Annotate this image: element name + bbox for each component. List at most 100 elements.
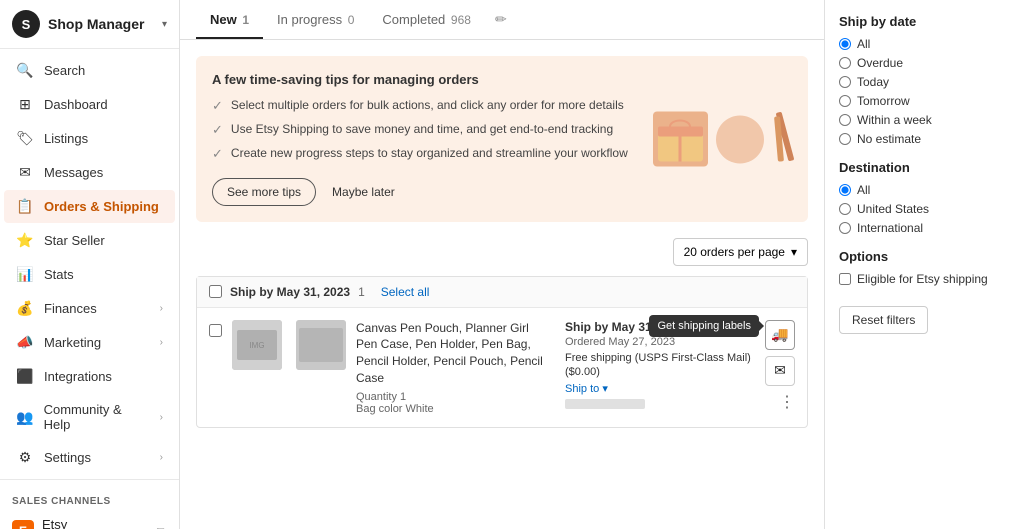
ship-by-option-today[interactable]: Today bbox=[839, 75, 1010, 89]
tab-in-progress[interactable]: In progress 0 bbox=[263, 0, 368, 39]
settings-icon: ⚙ bbox=[16, 449, 34, 466]
more-options-button[interactable]: ⋮ bbox=[779, 392, 795, 412]
orders-section: 20 orders per page ▾ Ship by May 31, 202… bbox=[180, 238, 824, 428]
destination-filter: Destination All United States Internatio… bbox=[839, 160, 1010, 235]
ship-by-option-label: Overdue bbox=[857, 56, 903, 70]
sidebar-item-label: Finances bbox=[44, 301, 97, 316]
ship-by-option-tomorrow[interactable]: Tomorrow bbox=[839, 94, 1010, 108]
sidebar-item-integrations[interactable]: ⬛ Integrations bbox=[4, 360, 175, 393]
ship-by-option-label: Within a week bbox=[857, 113, 932, 127]
shipping-type-text: Free shipping (USPS First-Class Mail) bbox=[565, 352, 751, 364]
per-page-button[interactable]: 20 orders per page ▾ bbox=[673, 238, 808, 266]
sidebar-item-label: Stats bbox=[44, 267, 74, 282]
messages-icon: ✉ bbox=[16, 164, 34, 181]
tips-banner: A few time-saving tips for managing orde… bbox=[196, 56, 808, 222]
tip-text: Select multiple orders for bulk actions,… bbox=[231, 97, 624, 114]
option-checkbox[interactable] bbox=[839, 273, 851, 285]
sidebar-item-dashboard[interactable]: ⊞ Dashboard bbox=[4, 88, 175, 121]
ship-by-radio[interactable] bbox=[839, 114, 851, 126]
ship-by-option-label: Today bbox=[857, 75, 889, 89]
destination-option-all[interactable]: All bbox=[839, 183, 1010, 197]
select-all-link[interactable]: Select all bbox=[381, 285, 430, 299]
tip-text: Create new progress steps to stay organi… bbox=[231, 145, 628, 162]
sidebar-item-label: Listings bbox=[44, 131, 88, 146]
tips-illustration bbox=[653, 111, 792, 166]
destination-option-label: International bbox=[857, 221, 923, 235]
ship-by-date-filter: Ship by date All Overdue Today Tomorrow … bbox=[839, 14, 1010, 146]
ship-group: Ship by May 31, 2023 1 Select all IMG bbox=[196, 276, 808, 428]
sidebar-item-community[interactable]: 👥 Community & Help › bbox=[4, 394, 175, 440]
order-meta-color: Bag color White bbox=[356, 403, 545, 415]
reset-filters-button[interactable]: Reset filters bbox=[839, 306, 928, 334]
sidebar-item-settings[interactable]: ⚙ Settings › bbox=[4, 441, 175, 474]
ordered-date: Ordered May 27, 2023 bbox=[565, 336, 755, 348]
ship-by-radio[interactable] bbox=[839, 76, 851, 88]
order-checkbox[interactable] bbox=[209, 324, 222, 337]
tab-label: Completed bbox=[382, 12, 445, 27]
tabs-bar: New 1In progress 0Completed 968✏ bbox=[180, 0, 824, 40]
destination-radio[interactable] bbox=[839, 222, 851, 234]
sidebar-item-star-seller[interactable]: ⭐ Star Seller bbox=[4, 224, 175, 257]
ship-group-date: Ship by May 31, 2023 bbox=[230, 285, 350, 299]
option-etsy-shipping[interactable]: Eligible for Etsy shipping bbox=[839, 272, 1010, 286]
destination-option-us[interactable]: United States bbox=[839, 202, 1010, 216]
ship-by-radio[interactable] bbox=[839, 57, 851, 69]
sidebar-item-finances[interactable]: 💰 Finances › bbox=[4, 292, 175, 325]
shipping-type: Free shipping (USPS First-Class Mail) bbox=[565, 352, 755, 364]
etsy-edit-icon[interactable]: ✏ bbox=[156, 523, 167, 529]
ship-by-option-within-week[interactable]: Within a week bbox=[839, 113, 1010, 127]
shipping-label-action-container: 🚚 Get shipping labels bbox=[765, 320, 795, 350]
get-shipping-labels-button[interactable]: 🚚 bbox=[765, 320, 795, 350]
sidebar-item-messages[interactable]: ✉ Messages bbox=[4, 156, 175, 189]
ship-by-radio[interactable] bbox=[839, 95, 851, 107]
ship-by-radio[interactable] bbox=[839, 133, 851, 145]
shop-icon: S bbox=[12, 10, 40, 38]
maybe-later-button[interactable]: Maybe later bbox=[332, 185, 395, 199]
etsy-icon: E bbox=[12, 520, 34, 529]
ship-by-option-no-estimate[interactable]: No estimate bbox=[839, 132, 1010, 146]
ship-by-option-all[interactable]: All bbox=[839, 37, 1010, 51]
ship-to-label[interactable]: Ship to ▾ bbox=[565, 382, 755, 395]
tab-edit-icon[interactable]: ✏ bbox=[491, 3, 511, 36]
get-shipping-labels-tooltip: Get shipping labels bbox=[649, 315, 759, 337]
dashboard-icon: ⊞ bbox=[16, 96, 34, 113]
chevron-icon: › bbox=[160, 337, 163, 348]
sidebar-nav: 🔍 Search ⊞ Dashboard 🏷 Listings ✉ Messag… bbox=[0, 49, 179, 479]
main-content: New 1In progress 0Completed 968✏ A few t… bbox=[180, 0, 1024, 529]
illus-circle bbox=[716, 115, 764, 163]
destination-radio[interactable] bbox=[839, 184, 851, 196]
destination-option-intl[interactable]: International bbox=[839, 221, 1010, 235]
sales-channels-title: SALES CHANNELS bbox=[0, 488, 179, 511]
tips-title: A few time-saving tips for managing orde… bbox=[212, 72, 792, 87]
etsy-channel-item[interactable]: E Etsy KraftyPlanner ✏ bbox=[0, 511, 179, 529]
see-more-tips-button[interactable]: See more tips bbox=[212, 178, 316, 206]
header-chevron-icon: ▾ bbox=[162, 19, 167, 30]
options-checkboxes: Eligible for Etsy shipping bbox=[839, 272, 1010, 286]
sidebar-item-search[interactable]: 🔍 Search bbox=[4, 54, 175, 87]
tab-completed[interactable]: Completed 968 bbox=[368, 0, 485, 39]
stats-icon: 📊 bbox=[16, 266, 34, 283]
sidebar-item-stats[interactable]: 📊 Stats bbox=[4, 258, 175, 291]
sidebar-item-label: Star Seller bbox=[44, 233, 105, 248]
sidebar-item-label: Search bbox=[44, 63, 85, 78]
right-panel: Ship by date All Overdue Today Tomorrow … bbox=[824, 0, 1024, 529]
illus-pencils bbox=[772, 111, 792, 166]
finances-icon: 💰 bbox=[16, 300, 34, 317]
ship-to-chevron-icon: ▾ bbox=[602, 383, 608, 395]
sidebar-item-marketing[interactable]: 📣 Marketing › bbox=[4, 326, 175, 359]
tab-new[interactable]: New 1 bbox=[196, 0, 263, 39]
destination-radio[interactable] bbox=[839, 203, 851, 215]
sidebar-item-orders[interactable]: 📋 Orders & Shipping bbox=[4, 190, 175, 223]
ship-by-option-overdue[interactable]: Overdue bbox=[839, 56, 1010, 70]
group-checkbox[interactable] bbox=[209, 285, 222, 298]
sidebar-item-listings[interactable]: 🏷 Listings bbox=[4, 122, 175, 155]
sidebar: S Shop Manager ▾ 🔍 Search ⊞ Dashboard 🏷 … bbox=[0, 0, 180, 529]
sidebar-header[interactable]: S Shop Manager ▾ bbox=[0, 0, 179, 49]
option-label: Eligible for Etsy shipping bbox=[857, 272, 988, 286]
mail-button[interactable]: ✉ bbox=[765, 356, 795, 386]
ship-to-address-placeholder bbox=[565, 399, 645, 409]
search-icon: 🔍 bbox=[16, 62, 34, 79]
tab-label: New bbox=[210, 12, 237, 27]
ship-by-radio[interactable] bbox=[839, 38, 851, 50]
ship-group-count: 1 bbox=[358, 285, 365, 299]
